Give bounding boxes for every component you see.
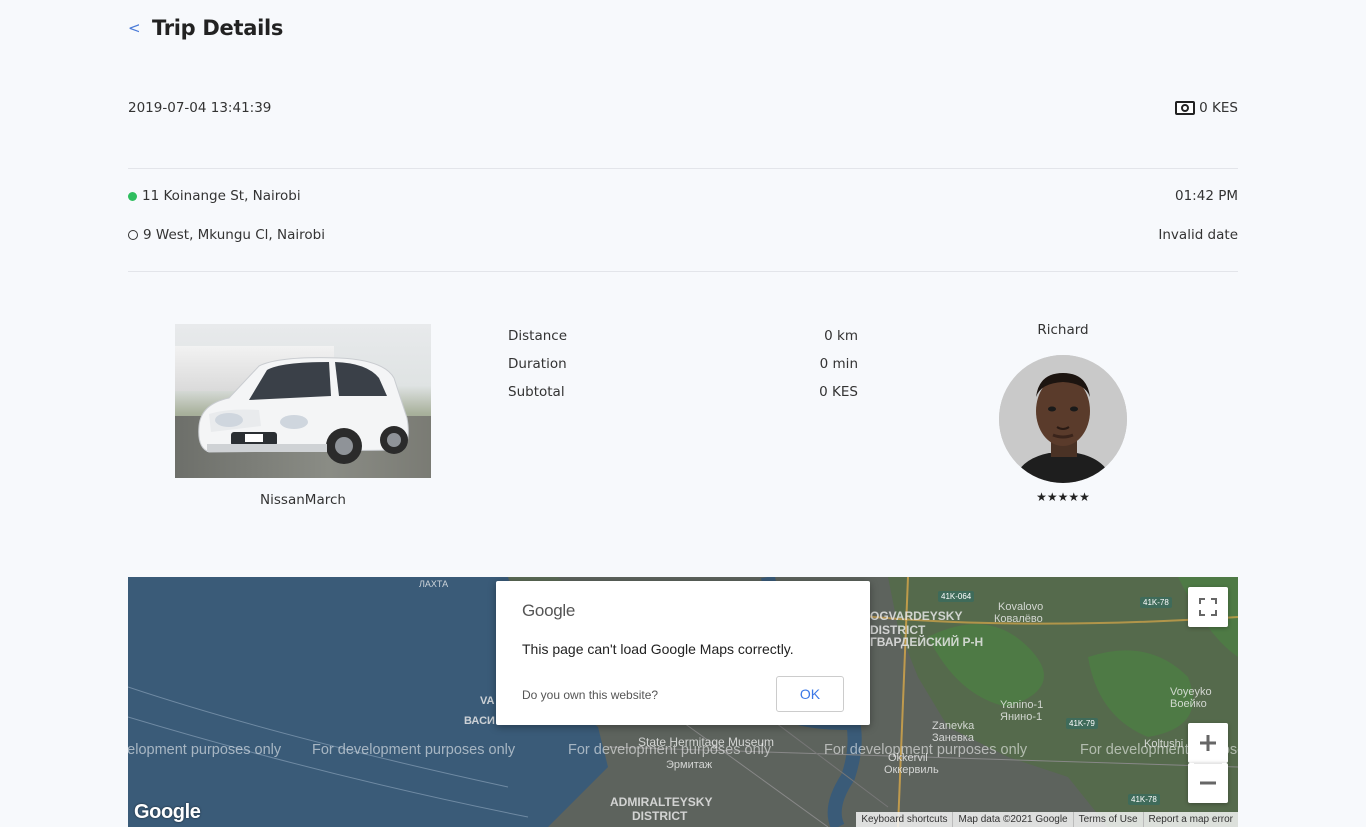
vehicle-image bbox=[175, 324, 431, 478]
divider bbox=[128, 168, 1238, 169]
watermark-text: For development purposes only bbox=[568, 742, 772, 758]
report-error-link[interactable]: Report a map error bbox=[1142, 812, 1238, 827]
stat-value: 0 min bbox=[819, 356, 858, 372]
zoom-out-button[interactable] bbox=[1188, 763, 1228, 803]
road-badge: 41K-78 bbox=[1140, 597, 1172, 608]
trip-fare-value: 0 KES bbox=[1199, 100, 1238, 116]
dropoff-time: Invalid date bbox=[1158, 227, 1238, 243]
pickup-row: 11 Koinange St, Nairobi 01:42 PM bbox=[128, 186, 1238, 206]
watermark-text: For development purposes only bbox=[824, 742, 1028, 758]
pickup-address-text: 11 Koinange St, Nairobi bbox=[142, 188, 301, 204]
map-label: Yanino-1 bbox=[1000, 699, 1044, 711]
map-label: VA bbox=[480, 695, 495, 707]
google-map-logo: Google bbox=[134, 801, 201, 823]
google-logo: Google bbox=[522, 601, 576, 620]
stat-label: Distance bbox=[508, 328, 568, 344]
plus-icon bbox=[1200, 735, 1216, 751]
map-label: ВАСИ bbox=[464, 715, 495, 727]
stat-value: 0 km bbox=[824, 328, 858, 344]
fullscreen-button[interactable] bbox=[1188, 587, 1228, 627]
map-label: Янино-1 bbox=[1000, 711, 1043, 723]
trip-datetime: 2019-07-04 13:41:39 bbox=[128, 100, 272, 116]
dropoff-address-text: 9 West, Mkungu Cl, Nairobi bbox=[143, 227, 325, 243]
map-label: ЛАХТА bbox=[419, 579, 449, 589]
driver-avatar bbox=[999, 355, 1127, 483]
page-header: < Trip Details bbox=[128, 12, 283, 44]
map-label: Zanevka bbox=[932, 720, 975, 732]
pickup-time: 01:42 PM bbox=[1175, 188, 1238, 204]
ok-button[interactable]: OK bbox=[776, 676, 844, 712]
road-badge: 41K-064 bbox=[938, 591, 975, 602]
dev-watermark: For development purposes only For develo… bbox=[128, 742, 1238, 762]
map-label: Воейко bbox=[1170, 698, 1207, 710]
map-label: ADMIRALTEYSKY bbox=[610, 795, 713, 809]
own-website-link[interactable]: Do you own this website? bbox=[522, 688, 658, 702]
avatar-illustration bbox=[999, 355, 1127, 483]
dropoff-row: 9 West, Mkungu Cl, Nairobi Invalid date bbox=[128, 225, 1238, 245]
map-footer: Keyboard shortcuts Map data ©2021 Google… bbox=[856, 812, 1238, 827]
terms-link[interactable]: Terms of Use bbox=[1072, 812, 1143, 827]
stat-label: Subtotal bbox=[508, 384, 565, 400]
map-label: ГВАРДЕЙСКИЙ Р-Н bbox=[870, 635, 984, 649]
zoom-divider bbox=[1194, 763, 1222, 764]
stat-duration: Duration 0 min bbox=[508, 354, 858, 382]
map-data-attribution: Map data ©2021 Google bbox=[952, 812, 1072, 827]
stat-distance: Distance 0 km bbox=[508, 326, 858, 354]
pickup-dot-icon bbox=[128, 191, 137, 201]
dropoff-address: 9 West, Mkungu Cl, Nairobi bbox=[128, 227, 325, 243]
zoom-in-button[interactable] bbox=[1188, 723, 1228, 763]
driver-name: Richard bbox=[1037, 322, 1089, 338]
watermark-text: For development purposes only bbox=[128, 742, 282, 758]
car-illustration bbox=[198, 357, 409, 464]
back-button[interactable]: < bbox=[128, 19, 152, 37]
driver-rating: ★★★★★ bbox=[1036, 490, 1090, 504]
road-badge: 41K-78 bbox=[1128, 794, 1160, 805]
trip-stats: Distance 0 km Duration 0 min Subtotal 0 … bbox=[508, 326, 858, 410]
error-message: This page can't load Google Maps correct… bbox=[522, 641, 794, 657]
keyboard-shortcuts-link[interactable]: Keyboard shortcuts bbox=[856, 812, 952, 827]
map-label: Ковалёво bbox=[994, 613, 1043, 625]
road-badge: 41K-79 bbox=[1066, 718, 1098, 729]
map-view[interactable]: ЛАХТА VA ВАСИ State Hermitage Museum Эрм… bbox=[128, 577, 1238, 827]
vehicle-name: NissanMarch bbox=[260, 492, 346, 508]
watermark-text: For development purposes only bbox=[312, 742, 516, 758]
trip-fare: 0 KES bbox=[1175, 100, 1238, 116]
stat-subtotal: Subtotal 0 KES bbox=[508, 382, 858, 410]
map-label: Оккервиль bbox=[884, 764, 939, 776]
stat-value: 0 KES bbox=[819, 384, 858, 400]
map-label: DISTRICT bbox=[632, 809, 688, 823]
trip-summary-row: 2019-07-04 13:41:39 0 KES bbox=[128, 98, 1238, 118]
map-label: OGVARDEYSKY bbox=[870, 609, 963, 623]
pickup-address: 11 Koinange St, Nairobi bbox=[128, 188, 301, 204]
stat-label: Duration bbox=[508, 356, 567, 372]
map-label: Voyeyko bbox=[1170, 686, 1212, 698]
page-title: Trip Details bbox=[152, 16, 284, 40]
minus-icon bbox=[1200, 781, 1216, 785]
dropoff-dot-icon bbox=[128, 230, 138, 240]
divider bbox=[128, 271, 1238, 272]
fullscreen-icon bbox=[1199, 598, 1217, 616]
map-label: Kovalovo bbox=[998, 601, 1044, 613]
maps-error-dialog: Google This page can't load Google Maps … bbox=[496, 581, 870, 725]
cash-icon bbox=[1175, 101, 1196, 115]
